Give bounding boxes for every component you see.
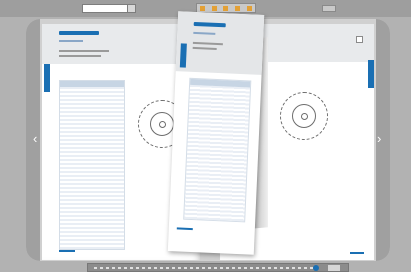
- data-table: [59, 80, 125, 250]
- prev-page-icon[interactable]: [211, 5, 217, 11]
- search-input[interactable]: [82, 4, 128, 13]
- chevron-right-icon[interactable]: ›: [377, 132, 381, 145]
- footer-logo: [59, 250, 75, 252]
- page-text: [59, 55, 101, 57]
- table-header: [60, 81, 124, 87]
- table-header: [190, 78, 251, 88]
- print-icon[interactable]: [246, 5, 252, 11]
- data-table: [183, 77, 252, 223]
- first-page-icon[interactable]: [200, 5, 206, 11]
- turning-page[interactable]: [167, 11, 265, 255]
- section-tab: [44, 64, 50, 92]
- page-subtitle: [59, 40, 83, 42]
- technical-drawing: [280, 92, 328, 140]
- section-tab: [368, 60, 374, 88]
- last-page-icon[interactable]: [235, 5, 241, 11]
- footer-logo: [350, 252, 364, 254]
- page-title: [59, 31, 99, 35]
- page-marker: [356, 36, 363, 43]
- search-icon[interactable]: [127, 4, 136, 13]
- zoom-button[interactable]: [328, 265, 340, 271]
- bottom-toolbar: [87, 263, 349, 272]
- section-tab: [179, 43, 187, 68]
- page-thumbnails[interactable]: [94, 267, 318, 269]
- next-page-icon[interactable]: [223, 5, 229, 11]
- zoom-slider[interactable]: [313, 265, 319, 271]
- chevron-left-icon[interactable]: ‹: [33, 132, 37, 145]
- fullscreen-button[interactable]: [322, 5, 336, 12]
- page-text: [59, 50, 109, 52]
- footer-logo: [176, 227, 193, 231]
